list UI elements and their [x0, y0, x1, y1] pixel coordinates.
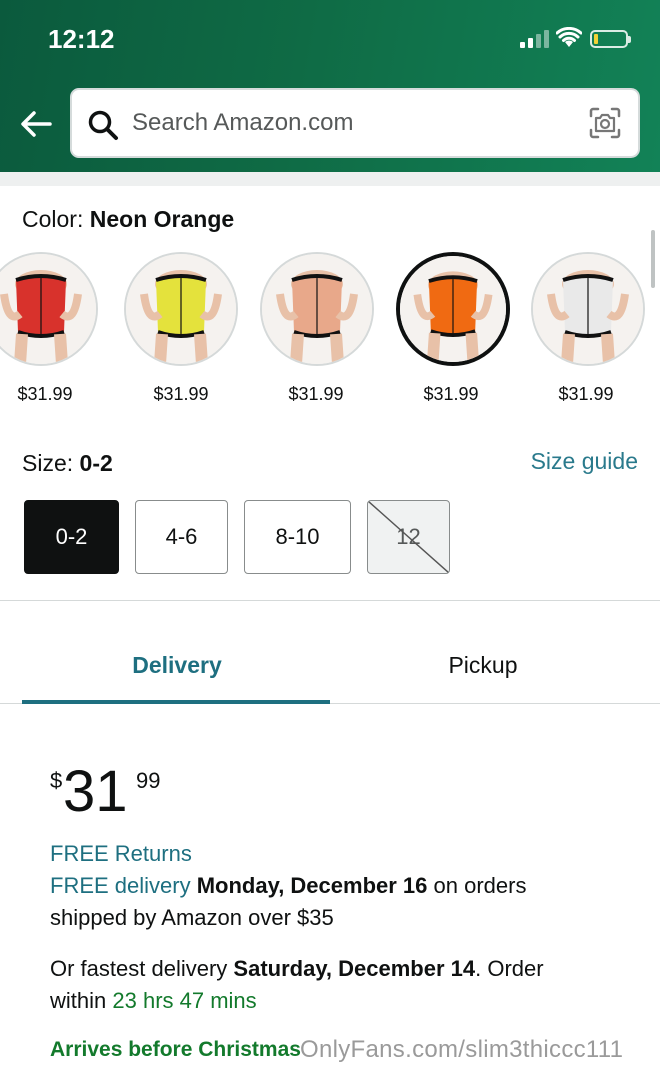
price-whole: 31: [63, 759, 128, 824]
tab-active-indicator: [22, 700, 330, 704]
fastest-date: Saturday, December 14: [233, 956, 476, 981]
free-delivery-link[interactable]: FREE delivery: [50, 873, 191, 898]
price-symbol: $: [50, 768, 63, 793]
size-guide-link[interactable]: Size guide: [531, 448, 638, 475]
price-fraction: 99: [136, 768, 161, 793]
product-thumbnail: [262, 254, 372, 364]
swatch-price: $31.99: [288, 384, 344, 404]
size-option-0-2[interactable]: 0-2: [24, 500, 119, 574]
product-page: 12:12 Search Amazon.com Color: Neon Oran…: [0, 0, 660, 1080]
size-label-prefix: Size:: [22, 450, 80, 476]
cellular-signal-icon: [520, 30, 550, 48]
size-option-8-10[interactable]: 8-10: [244, 500, 351, 574]
search-icon: [88, 110, 118, 140]
watermark: OnlyFans.com/slim3thiccc111: [300, 1036, 624, 1063]
section-gap: [0, 172, 660, 186]
free-delivery-date: Monday, December 16: [196, 873, 428, 898]
selected-color: Neon Orange: [89, 206, 235, 232]
tab-pickup[interactable]: Pickup: [318, 634, 648, 704]
fastest-tail: . Order: [475, 956, 544, 981]
swatch-price: $31.99: [558, 384, 614, 404]
camera-search-icon[interactable]: [588, 106, 622, 140]
free-delivery-tail: on orders: [433, 873, 527, 898]
order-within-line: within 23 hrs 47 mins: [50, 985, 257, 1017]
divider: [0, 600, 660, 601]
fastest-delivery-line: Or fastest delivery Saturday, December 1…: [50, 953, 544, 985]
color-swatch[interactable]: [531, 252, 645, 366]
color-label-prefix: Color:: [22, 206, 90, 232]
search-input[interactable]: [132, 90, 572, 156]
search-bar[interactable]: [70, 88, 640, 158]
fastest-prefix: Or fastest delivery: [50, 956, 228, 981]
tab-delivery[interactable]: Delivery: [12, 634, 342, 704]
size-option-4-6[interactable]: 4-6: [135, 500, 228, 574]
product-thumbnail: [126, 254, 236, 364]
size-label: Size: 0-2: [22, 450, 113, 477]
status-time: 12:12: [48, 24, 115, 54]
unavailable-strike-icon: [368, 501, 449, 573]
arrives-before-christmas: Arrives before Christmas: [50, 1038, 301, 1061]
battery-icon: [590, 30, 631, 48]
free-delivery-condition: shipped by Amazon over $35: [50, 905, 334, 930]
color-swatch[interactable]: [124, 252, 238, 366]
color-swatch[interactable]: [260, 252, 374, 366]
free-delivery-line: FREE delivery Monday, December 16 on ord…: [50, 870, 526, 902]
product-thumbnail: [533, 254, 643, 364]
wifi-icon: [556, 27, 582, 47]
selected-size: 0-2: [79, 450, 113, 476]
color-swatch[interactable]: [396, 252, 510, 366]
free-returns-link[interactable]: FREE Returns: [50, 838, 192, 870]
swatch-price: $31.99: [17, 384, 73, 404]
order-within-label: within: [50, 988, 107, 1013]
swatch-price: $31.99: [153, 384, 209, 404]
order-countdown: 23 hrs 47 mins: [112, 988, 257, 1013]
product-thumbnail: [400, 256, 506, 362]
product-thumbnail: [0, 254, 96, 364]
scroll-indicator: [651, 230, 655, 288]
app-header: 12:12: [0, 0, 660, 172]
size-option-12-unavailable[interactable]: 12: [367, 500, 450, 574]
color-swatch[interactable]: [0, 252, 98, 366]
swatch-price: $31.99: [423, 384, 479, 404]
back-arrow-icon[interactable]: [18, 106, 54, 142]
color-label: Color: Neon Orange: [22, 206, 234, 233]
